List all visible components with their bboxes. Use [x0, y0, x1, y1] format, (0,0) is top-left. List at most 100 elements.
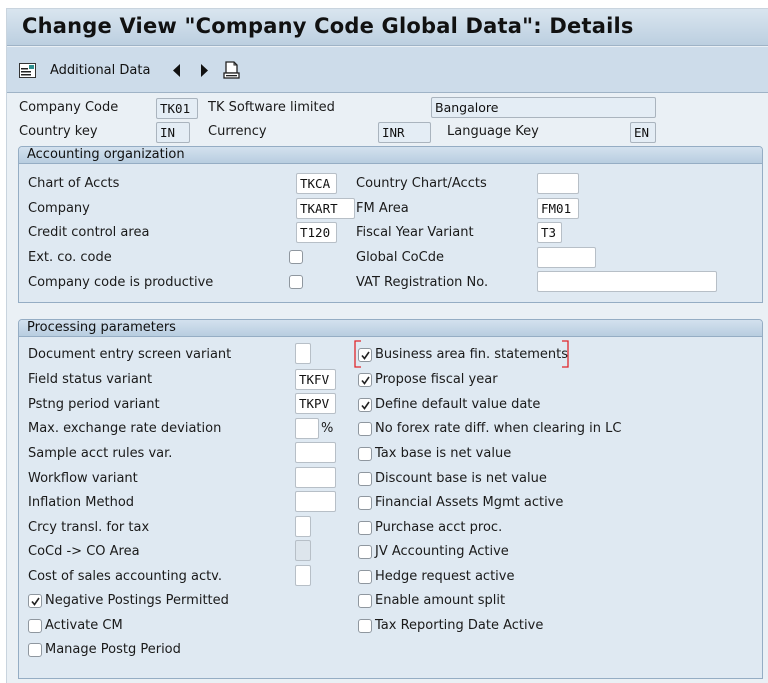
manage-postg-period-checkbox[interactable]: Manage Postg Period: [28, 642, 181, 657]
checkbox-label: Business area fin. statements: [375, 347, 568, 362]
checkbox-box[interactable]: [358, 347, 372, 362]
max-exchange-rate-deviation-field[interactable]: [295, 418, 319, 439]
checkbox-box[interactable]: [28, 642, 42, 657]
company-code-productive-checkbox[interactable]: [289, 275, 303, 289]
field-status-variant-field[interactable]: TKFV: [295, 369, 336, 390]
additional-data-button[interactable]: Additional Data: [19, 47, 150, 93]
sap-window: Change View "Company Code Global Data": …: [6, 8, 768, 683]
hedge-request-active-checkbox[interactable]: Hedge request active: [358, 569, 514, 584]
enable-amount-split-checkbox[interactable]: Enable amount split: [358, 593, 505, 608]
country-key-label: Country key: [19, 124, 98, 139]
checkmark-icon: [361, 376, 370, 385]
pstng-period-variant-label: Pstng period variant: [28, 397, 160, 412]
discount-base-net-value-checkbox[interactable]: Discount base is net value: [358, 471, 547, 486]
page-title: Change View "Company Code Global Data": …: [22, 14, 634, 38]
checkbox-label: Negative Postings Permitted: [45, 593, 229, 608]
pstng-period-variant-field[interactable]: TKPV: [295, 393, 336, 414]
language-key-label: Language Key: [447, 124, 539, 139]
company-field[interactable]: TKART: [296, 198, 355, 219]
checkbox-box[interactable]: [358, 397, 372, 412]
checkbox-box[interactable]: [28, 618, 42, 633]
city-field[interactable]: Bangalore: [431, 97, 656, 118]
tax-base-net-value-checkbox[interactable]: Tax base is net value: [358, 446, 511, 461]
next-entry-button[interactable]: [200, 47, 209, 93]
percent-unit-label: %: [321, 421, 334, 436]
checkbox-label: Hedge request active: [375, 569, 515, 584]
checkbox-label: Manage Postg Period: [45, 642, 181, 657]
checkbox-label: Discount base is net value: [375, 471, 547, 486]
cost-of-sales-accounting-label: Cost of sales accounting actv.: [28, 569, 223, 584]
title-bar: Change View "Company Code Global Data": …: [7, 9, 768, 46]
fiscal-year-variant-field[interactable]: T3: [537, 222, 562, 243]
checkbox-label: Tax Reporting Date Active: [375, 618, 544, 633]
max-exchange-rate-deviation-label: Max. exchange rate deviation: [28, 421, 222, 436]
previous-entry-button[interactable]: [172, 47, 181, 93]
processing-parameters-group: Processing parameters Document entry scr…: [18, 319, 763, 679]
inflation-method-label: Inflation Method: [28, 495, 135, 510]
tax-reporting-date-active-checkbox[interactable]: Tax Reporting Date Active: [358, 618, 543, 633]
additional-data-label: Additional Data: [50, 62, 151, 78]
no-forex-rate-diff-checkbox[interactable]: No forex rate diff. when clearing in LC: [358, 421, 621, 436]
accounting-organization-header: Accounting organization: [19, 147, 762, 164]
checkbox-label: No forex rate diff. when clearing in LC: [375, 421, 622, 436]
checkbox-label: Define default value date: [375, 397, 541, 412]
activate-cm-checkbox[interactable]: Activate CM: [28, 618, 123, 633]
checkbox-box[interactable]: [358, 471, 372, 486]
jv-accounting-active-checkbox[interactable]: JV Accounting Active: [358, 544, 509, 559]
define-default-value-date-checkbox[interactable]: Define default value date: [358, 397, 540, 412]
fm-area-field[interactable]: FM01: [537, 198, 579, 219]
business-area-fin-statements-checkbox[interactable]: Business area fin. statements: [358, 347, 568, 362]
checkbox-box[interactable]: [28, 593, 42, 608]
checkbox-label: Enable amount split: [375, 593, 506, 608]
credit-control-area-label: Credit control area: [28, 225, 150, 240]
propose-fiscal-year-checkbox[interactable]: Propose fiscal year: [358, 372, 498, 387]
country-key-field[interactable]: IN: [156, 122, 190, 143]
checkbox-box[interactable]: [358, 618, 372, 633]
fm-area-label: FM Area: [356, 201, 409, 216]
checkbox-box[interactable]: [358, 446, 372, 461]
additional-data-icon: [19, 62, 36, 78]
country-chart-accts-field[interactable]: [537, 173, 579, 194]
purchase-acct-proc-checkbox[interactable]: Purchase acct proc.: [358, 520, 502, 535]
checkbox-box[interactable]: [358, 520, 372, 535]
vat-registration-field[interactable]: [537, 271, 717, 292]
field-status-variant-label: Field status variant: [28, 372, 153, 387]
cost-of-sales-accounting-field[interactable]: [295, 565, 311, 586]
crcy-transl-for-tax-field[interactable]: [295, 516, 311, 537]
doc-entry-screen-variant-label: Document entry screen variant: [28, 347, 232, 362]
checkbox-box[interactable]: [358, 569, 372, 584]
financial-assets-mgmt-checkbox[interactable]: Financial Assets Mgmt active: [358, 495, 563, 510]
checkbox-label: Financial Assets Mgmt active: [375, 495, 564, 510]
checkbox-box[interactable]: [358, 495, 372, 510]
checkbox-box[interactable]: [358, 593, 372, 608]
vat-registration-label: VAT Registration No.: [356, 275, 489, 290]
company-label: Company: [28, 201, 90, 216]
currency-label: Currency: [208, 124, 267, 139]
global-cocde-field[interactable]: [537, 247, 596, 268]
checkbox-box[interactable]: [358, 421, 372, 436]
checkbox-label: Tax base is net value: [375, 446, 512, 461]
fiscal-year-variant-label: Fiscal Year Variant: [356, 225, 474, 240]
checkbox-box[interactable]: [358, 372, 372, 387]
credit-control-area-field[interactable]: T120: [296, 222, 337, 243]
crcy-transl-for-tax-label: Crcy transl. for tax: [28, 520, 150, 535]
company-code-field[interactable]: TK01: [156, 98, 198, 119]
checkbox-label: Propose fiscal year: [375, 372, 498, 387]
accounting-organization-group: Accounting organization Chart of Accts T…: [18, 146, 763, 303]
workflow-variant-field[interactable]: [295, 467, 336, 488]
doc-entry-screen-variant-field[interactable]: [295, 343, 311, 364]
currency-field[interactable]: INR: [378, 122, 431, 143]
print-icon: [223, 60, 240, 79]
negative-postings-permitted-checkbox[interactable]: Negative Postings Permitted: [28, 593, 229, 608]
ext-co-code-checkbox[interactable]: [289, 250, 303, 264]
chart-of-accts-field[interactable]: TKCA: [296, 173, 337, 194]
cocd-co-area-label: CoCd -> CO Area: [28, 544, 140, 559]
checkbox-box[interactable]: [358, 544, 372, 559]
company-code-label: Company Code: [19, 100, 119, 115]
print-button[interactable]: [223, 47, 240, 93]
sample-acct-rules-var-field[interactable]: [295, 442, 336, 463]
inflation-method-field[interactable]: [295, 491, 336, 512]
cocd-co-area-field[interactable]: [295, 540, 311, 561]
language-key-field[interactable]: EN: [630, 122, 656, 143]
checkmark-icon: [361, 401, 370, 410]
